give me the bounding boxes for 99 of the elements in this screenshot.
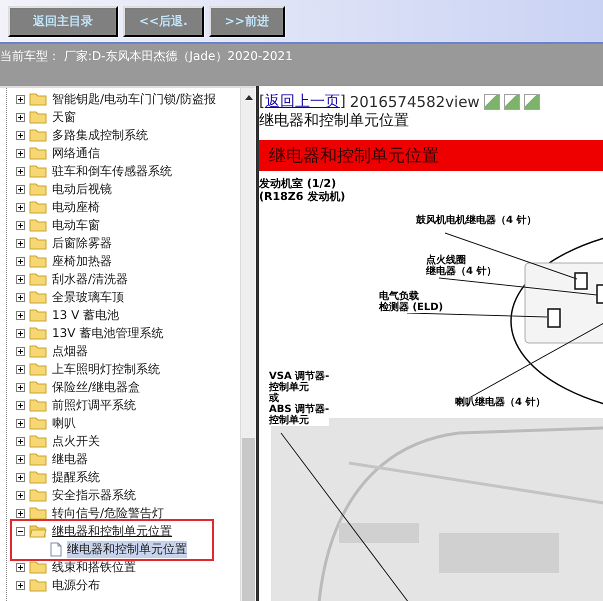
folder-icon [29,218,47,232]
expander-icon[interactable] [16,94,25,104]
expander-icon[interactable] [16,526,25,536]
tree-item[interactable]: 13V 蓄电池管理系统 [52,324,164,342]
banner-title: 继电器和控制单元位置 [269,146,439,166]
tree-item[interactable]: 天窗 [52,108,76,126]
expander-icon[interactable] [16,508,25,518]
tree-item[interactable]: 全景玻璃车顶 [52,288,124,306]
expander-icon[interactable] [16,454,25,464]
expander-icon[interactable] [16,112,25,122]
section-heading: 发动机室 (1/2) [259,177,338,190]
folder-icon [29,416,47,430]
folder-icon [29,236,47,250]
folder-icon [29,128,47,142]
expander-icon[interactable] [16,418,25,428]
expander-icon[interactable] [16,472,25,482]
tree-item[interactable]: 电动后视镜 [52,180,112,198]
document-icon [50,542,62,556]
expander-icon[interactable] [16,436,25,446]
tree-item[interactable]: 电源分布 [52,576,100,594]
expander-icon[interactable] [16,346,25,356]
bracket-text: ] [340,92,346,111]
tree-item[interactable]: 座椅加热器 [52,252,112,270]
expander-icon[interactable] [16,328,25,338]
expander-icon[interactable] [16,310,25,320]
tree-item[interactable]: 多路集成控制系统 [52,126,148,144]
tree-item[interactable]: 保险丝/继电器盒 [52,378,140,396]
tree-item[interactable]: 线束和搭铁位置 [52,558,136,576]
folder-icon [29,362,47,376]
broken-image-icon [484,94,500,110]
tree-item[interactable]: 继电器 [52,450,88,468]
tree-item[interactable]: 刮水器/清洗器 [52,270,128,288]
folder-icon [29,272,47,286]
tree-item[interactable]: 上车照明灯控制系统 [52,360,160,378]
tree-item[interactable]: 网络通信 [52,144,100,162]
expander-icon[interactable] [16,382,25,392]
callout-label: 电气负载 检测器 (ELD) [379,291,444,313]
broken-image-icon [504,94,520,110]
tree-item[interactable]: 点烟器 [52,342,88,360]
expander-icon[interactable] [16,220,25,230]
folder-icon [29,380,47,394]
folder-icon [29,290,47,304]
view-id-text: 2016574582view [350,92,480,110]
broken-image-icon [524,94,540,110]
folder-icon [29,524,47,538]
bracket-text: [ [259,92,265,111]
expander-icon[interactable] [16,562,25,572]
tree-item[interactable]: 安全指示器系统 [52,486,136,504]
folder-icon [29,578,47,592]
back-link[interactable]: 返回上一页 [264,92,340,111]
tree-item[interactable]: 前照灯调平系统 [52,396,136,414]
folder-icon [29,254,47,268]
expander-icon[interactable] [16,400,25,410]
tree-item[interactable]: 继电器和控制单元位置 [67,540,187,558]
expander-icon[interactable] [16,148,25,158]
expander-icon[interactable] [16,490,25,500]
vehicle-model-text: 当前车型： 厂家:D-东风本田杰德（Jade）2020-2021 [0,49,293,63]
folder-icon [29,488,47,502]
tree-item[interactable]: 电动座椅 [52,198,100,216]
expander-icon[interactable] [16,130,25,140]
expander-icon[interactable] [16,184,25,194]
tree-item[interactable]: 后窗除雾器 [52,234,112,252]
tree-item[interactable]: 电动车窗 [52,216,100,234]
tree-item[interactable]: 13 V 蓄电池 [52,306,120,324]
folder-icon [29,164,47,178]
folder-icon [29,434,47,448]
tree-item[interactable]: 继电器和控制单元位置 [52,522,172,540]
folder-icon [29,308,47,322]
expander-icon[interactable] [16,364,25,374]
folder-icon [29,560,47,574]
tree-item[interactable]: 智能钥匙/电动车门门锁/防盗报 [52,90,216,108]
expander-icon[interactable] [16,238,25,248]
folder-icon [29,146,47,160]
tree-item[interactable]: 喇叭 [52,414,76,432]
expander-icon[interactable] [16,580,25,590]
folder-icon [29,92,47,106]
expander-icon[interactable] [16,166,25,176]
callout-label: VSA 调节器- 控制单元 或 ABS 调节器- 控制单元 [269,371,330,426]
folder-icon [29,398,47,412]
folder-icon [29,470,47,484]
expander-icon[interactable] [16,274,25,284]
folder-icon [29,182,47,196]
folder-icon [29,200,47,214]
folder-icon [29,110,47,124]
folder-icon [29,326,47,340]
tree-item[interactable]: 提醒系统 [52,468,100,486]
expander-icon[interactable] [16,202,25,212]
expander-icon[interactable] [16,256,25,266]
scrollbar[interactable] [240,88,256,601]
expander-icon[interactable] [16,292,25,302]
page-title: 继电器和控制单元位置 [259,111,410,130]
folder-icon [29,452,47,466]
tree-item[interactable]: 转向信号/危险警告灯 [52,504,164,522]
tree-item[interactable]: 驻车和倒车传感器系统 [52,162,172,180]
folder-icon [29,506,47,520]
scroll-thumb[interactable] [242,438,255,601]
section-subheading: (R18Z6 发动机) [259,190,346,203]
folder-icon [29,344,47,358]
tree-item[interactable]: 点火开关 [52,432,100,450]
